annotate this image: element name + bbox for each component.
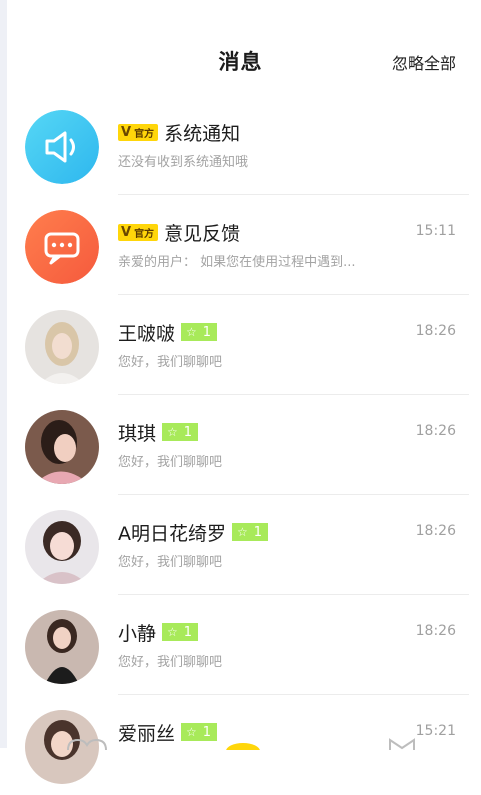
star-icon: ☆ bbox=[237, 525, 248, 539]
conversation-preview: 您好，我们聊聊吧 bbox=[118, 355, 223, 370]
conversation-time: 18:26 bbox=[415, 523, 456, 539]
official-badge: V 官方 bbox=[118, 123, 159, 141]
conversation-row[interactable]: A明日花绮罗 ☆ 1 18:26 您好，我们聊聊吧 bbox=[0, 495, 481, 595]
conversation-name: 小静 bbox=[118, 622, 157, 645]
level-badge: ☆ 1 bbox=[181, 323, 218, 341]
conversation-preview: 您好，我们聊聊吧 bbox=[118, 555, 223, 570]
conversation-preview: 您好，我们聊聊吧 bbox=[118, 455, 223, 470]
user-photo bbox=[25, 610, 99, 684]
conversation-name: 王啵啵 bbox=[118, 322, 176, 345]
star-icon: ☆ bbox=[186, 325, 197, 339]
conversation-time: 18:26 bbox=[415, 423, 456, 439]
user-photo bbox=[25, 510, 99, 584]
conversation-name: A明日花绮罗 bbox=[118, 522, 226, 545]
star-icon: ☆ bbox=[167, 625, 178, 639]
level-badge: ☆ 1 bbox=[162, 423, 199, 441]
heart-icon[interactable] bbox=[67, 738, 107, 751]
conversation-preview: 亲爱的用户： 如果您在使用过程中遇到... bbox=[118, 255, 356, 270]
conversation-time: 15:11 bbox=[415, 223, 456, 239]
avatar[interactable] bbox=[25, 310, 99, 384]
star-icon: ☆ bbox=[167, 425, 178, 439]
avatar[interactable] bbox=[25, 510, 99, 584]
tab-center-button[interactable] bbox=[226, 743, 260, 759]
user-photo bbox=[25, 310, 99, 384]
avatar[interactable] bbox=[25, 610, 99, 684]
conversation-time: 18:26 bbox=[415, 623, 456, 639]
mail-icon[interactable] bbox=[389, 738, 415, 750]
conversation-name: 系统通知 bbox=[164, 122, 241, 145]
chat-bubble-icon bbox=[25, 210, 99, 284]
speaker-icon bbox=[25, 110, 99, 184]
system-notice-avatar bbox=[25, 110, 99, 184]
conversation-row-feedback[interactable]: V 官方 意见反馈 15:11 亲爱的用户： 如果您在使用过程中遇到... bbox=[0, 195, 481, 295]
conversation-row-system[interactable]: V 官方 系统通知 还没有收到系统通知哦 bbox=[0, 95, 481, 195]
conversation-name: 意见反馈 bbox=[164, 222, 241, 245]
level-badge: ☆ 1 bbox=[162, 623, 199, 641]
bottom-tab-bar bbox=[0, 735, 481, 759]
feedback-avatar bbox=[25, 210, 99, 284]
conversation-preview: 还没有收到系统通知哦 bbox=[118, 155, 249, 170]
conversation-preview: 您好，我们聊聊吧 bbox=[118, 655, 223, 670]
avatar[interactable] bbox=[25, 410, 99, 484]
conversation-row[interactable]: 王啵啵 ☆ 1 18:26 您好，我们聊聊吧 bbox=[0, 295, 481, 395]
conversation-name: 琪琪 bbox=[118, 422, 157, 445]
conversation-row[interactable]: 小静 ☆ 1 18:26 您好，我们聊聊吧 bbox=[0, 595, 481, 695]
level-badge: ☆ 1 bbox=[232, 523, 269, 541]
conversation-row[interactable]: 琪琪 ☆ 1 18:26 您好，我们聊聊吧 bbox=[0, 395, 481, 495]
ignore-all-button[interactable]: 忽略全部 bbox=[392, 50, 456, 74]
official-badge: V 官方 bbox=[118, 223, 159, 241]
conversation-time: 18:26 bbox=[415, 323, 456, 339]
user-photo bbox=[25, 410, 99, 484]
header: 消息 忽略全部 bbox=[0, 0, 481, 110]
